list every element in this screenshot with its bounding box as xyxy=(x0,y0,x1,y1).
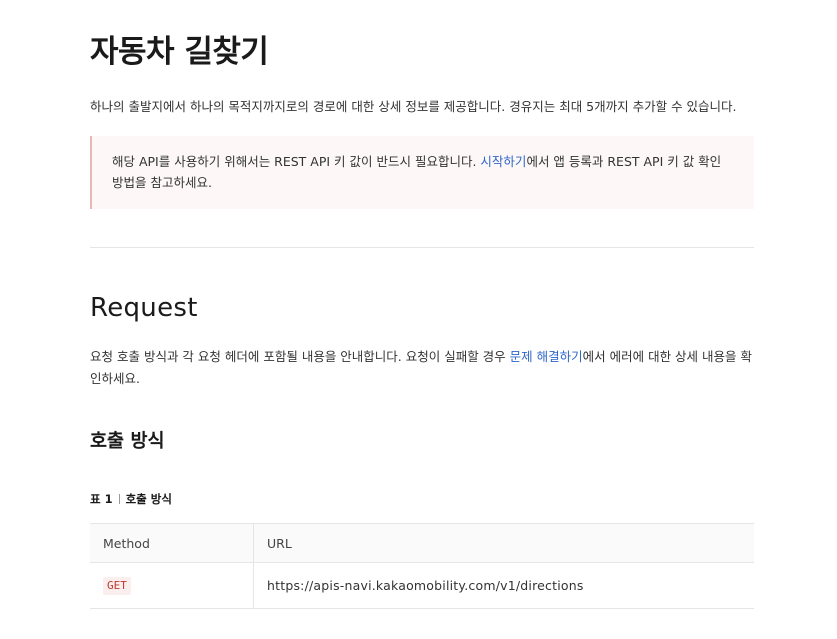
request-heading: Request xyxy=(90,293,198,323)
cell-url: https://apis-navi.kakaomobility.com/v1/d… xyxy=(253,562,754,609)
request-description: 요청 호출 방식과 각 요청 헤더에 포함될 내용을 안내합니다. 요청이 실패… xyxy=(90,346,754,390)
method-badge: GET xyxy=(103,576,131,595)
table-row: GET https://apis-navi.kakaomobility.com/… xyxy=(90,562,754,609)
intro-text: 하나의 출발지에서 하나의 목적지까지로의 경로에 대한 상세 정보를 제공합니… xyxy=(90,99,737,114)
table-header-row: Method URL xyxy=(90,523,754,563)
caption-separator xyxy=(118,494,120,504)
table-caption-label: 표 1 xyxy=(90,492,113,506)
request-desc-before: 요청 호출 방식과 각 요청 헤더에 포함될 내용을 안내합니다. 요청이 실패… xyxy=(90,349,510,364)
endpoint-url: https://apis-navi.kakaomobility.com/v1/d… xyxy=(267,578,584,593)
cell-method: GET xyxy=(90,562,254,609)
table-caption: 표 1 호출 방식 xyxy=(90,489,172,509)
notice-text-before: 해당 API를 사용하기 위해서는 REST API 키 값이 반드시 필요합니… xyxy=(112,154,481,169)
table-caption-text: 호출 방식 xyxy=(125,492,172,506)
header-method: Method xyxy=(90,523,254,563)
header-url: URL xyxy=(253,523,754,563)
section-divider xyxy=(90,247,754,248)
api-key-notice: 해당 API를 사용하기 위해서는 REST API 키 값이 반드시 필요합니… xyxy=(90,136,754,209)
page-title: 자동차 길찾기 xyxy=(90,34,269,70)
call-method-heading: 호출 방식 xyxy=(90,431,165,452)
getting-started-link[interactable]: 시작하기 xyxy=(480,154,526,169)
call-method-table: Method URL GET https://apis-navi.kakaomo… xyxy=(90,523,754,609)
troubleshooting-link[interactable]: 문제 해결하기 xyxy=(510,349,583,364)
